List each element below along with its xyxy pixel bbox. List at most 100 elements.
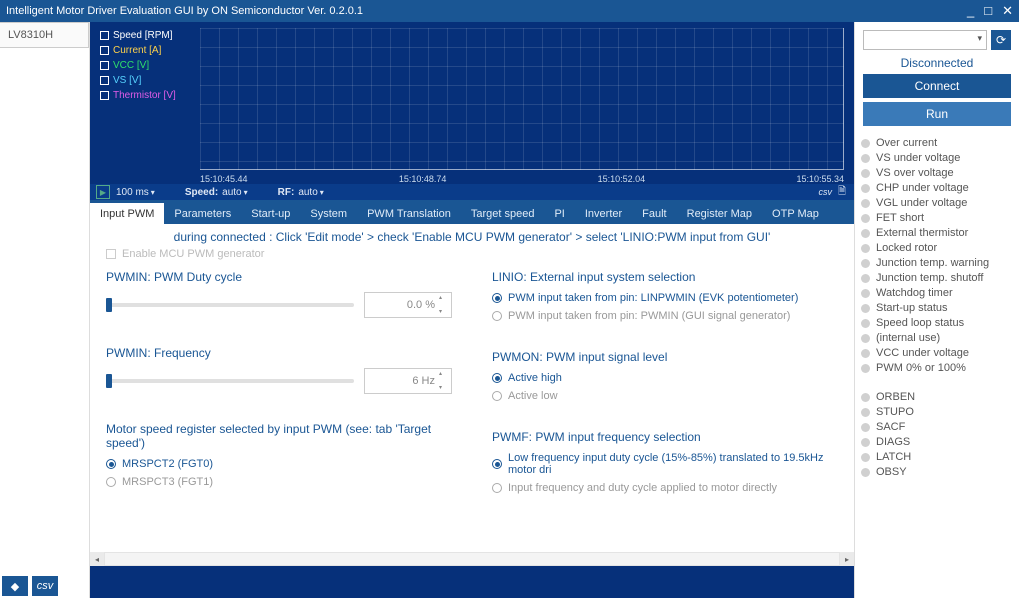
- run-button[interactable]: Run: [863, 102, 1011, 126]
- connect-button[interactable]: Connect: [863, 74, 1011, 98]
- status-dot-icon: [861, 438, 870, 447]
- status-dot-icon: [861, 393, 870, 402]
- legend-checkbox-vs[interactable]: [100, 76, 109, 85]
- legend-checkbox-vcc[interactable]: [100, 61, 109, 70]
- tab-system[interactable]: System: [300, 203, 357, 224]
- status-item: SACF: [861, 420, 1013, 435]
- rf-dropdown[interactable]: auto: [298, 187, 323, 198]
- tab-input-pwm[interactable]: Input PWM: [90, 203, 164, 224]
- interval-dropdown[interactable]: 100 ms: [116, 187, 155, 198]
- status-label: STUPO: [876, 405, 914, 420]
- status-label: OBSY: [876, 465, 907, 480]
- status-item: FET short: [861, 211, 1013, 226]
- legend-checkbox-thermistor[interactable]: [100, 91, 109, 100]
- speed-label: Speed:: [185, 187, 218, 198]
- linio-opt1[interactable]: PWM input taken from pin: LINPWMIN (EVK …: [492, 292, 838, 304]
- flag-status-list: ORBENSTUPOSACFDIAGSLATCHOBSY: [861, 390, 1013, 480]
- x-tick: 15:10:45.44: [200, 174, 248, 184]
- device-tab-lv8310h[interactable]: LV8310H: [0, 22, 89, 48]
- linio-title: LINIO: External input system selection: [492, 270, 838, 284]
- status-label: Junction temp. shutoff: [876, 271, 983, 286]
- maximize-button[interactable]: □: [984, 3, 992, 19]
- play-button[interactable]: ▶: [96, 185, 110, 199]
- speed-dropdown[interactable]: auto: [222, 187, 247, 198]
- tab-start-up[interactable]: Start-up: [241, 203, 300, 224]
- pwmf-opt2[interactable]: Input frequency and duty cycle applied t…: [492, 482, 838, 494]
- status-dot-icon: [861, 468, 870, 477]
- spinner-icon[interactable]: ▴▾: [439, 371, 449, 391]
- csv-export-button[interactable]: csv: [818, 187, 832, 197]
- pwmon-opt1[interactable]: Active high: [492, 372, 838, 384]
- status-label: External thermistor: [876, 226, 968, 241]
- legend-checkbox-speed[interactable]: [100, 31, 109, 40]
- spinner-icon[interactable]: ▴▾: [439, 295, 449, 315]
- status-label: VCC under voltage: [876, 346, 969, 361]
- enable-mcu-pwm-label: Enable MCU PWM generator: [122, 248, 264, 260]
- status-label: Speed loop status: [876, 316, 964, 331]
- status-label: CHP under voltage: [876, 181, 969, 196]
- device-list: LV8310H: [0, 22, 90, 598]
- status-dot-icon: [861, 214, 870, 223]
- enable-mcu-pwm-checkbox[interactable]: [106, 249, 116, 259]
- port-combo[interactable]: [863, 30, 987, 50]
- status-dot-icon: [861, 169, 870, 178]
- legend-label-thermistor: Thermistor [V]: [113, 88, 176, 103]
- pwmin-freq-value[interactable]: 6 Hz ▴▾: [364, 368, 452, 394]
- pwmon-opt2[interactable]: Active low: [492, 390, 838, 402]
- tab-inverter[interactable]: Inverter: [575, 203, 632, 224]
- status-dot-icon: [861, 364, 870, 373]
- status-label: (internal use): [876, 331, 940, 346]
- status-dot-icon: [861, 139, 870, 148]
- status-dot-icon: [861, 229, 870, 238]
- tab-pwm-translation[interactable]: PWM Translation: [357, 203, 461, 224]
- status-label: Over current: [876, 136, 937, 151]
- motor-speed-opt2[interactable]: MRSPCT3 (FGT1): [106, 476, 452, 488]
- pwmf-opt1[interactable]: Low frequency input duty cycle (15%-85%)…: [492, 452, 838, 476]
- chart-save-icon[interactable]: 🗎: [838, 184, 846, 201]
- minimize-button[interactable]: _: [967, 3, 974, 19]
- motor-speed-opt1[interactable]: MRSPCT2 (FGT0): [106, 458, 452, 470]
- legend-label-vcc: VCC [V]: [113, 58, 149, 73]
- pwmin-duty-slider[interactable]: [106, 303, 354, 307]
- status-item: OBSY: [861, 465, 1013, 480]
- tab-fault[interactable]: Fault: [632, 203, 676, 224]
- status-dot-icon: [861, 408, 870, 417]
- close-button[interactable]: ✕: [1002, 3, 1013, 19]
- tab-pi[interactable]: PI: [544, 203, 574, 224]
- status-dot-icon: [861, 274, 870, 283]
- status-item: Over current: [861, 136, 1013, 151]
- tab-otp-map[interactable]: OTP Map: [762, 203, 829, 224]
- rf-label: RF:: [278, 187, 295, 198]
- pwmin-duty-value[interactable]: 0.0 % ▴▾: [364, 292, 452, 318]
- status-label: Watchdog timer: [876, 286, 953, 301]
- status-label: LATCH: [876, 450, 911, 465]
- status-label: Start-up status: [876, 301, 948, 316]
- x-tick: 15:10:48.74: [399, 174, 447, 184]
- tab-parameters[interactable]: Parameters: [164, 203, 241, 224]
- legend-label-current: Current [A]: [113, 43, 161, 58]
- status-label: PWM 0% or 100%: [876, 361, 966, 376]
- status-item: Locked rotor: [861, 241, 1013, 256]
- status-item: LATCH: [861, 450, 1013, 465]
- pwmin-duty-title: PWMIN: PWM Duty cycle: [106, 270, 452, 284]
- tab-register-map[interactable]: Register Map: [677, 203, 762, 224]
- tab-target-speed[interactable]: Target speed: [461, 203, 545, 224]
- pwmin-freq-slider[interactable]: [106, 379, 354, 383]
- chart-grid[interactable]: [200, 28, 844, 170]
- titlebar: Intelligent Motor Driver Evaluation GUI …: [0, 0, 1019, 22]
- scroll-left-arrow[interactable]: ◂: [90, 552, 104, 566]
- x-tick: 15:10:52.04: [598, 174, 646, 184]
- status-label: VGL under voltage: [876, 196, 967, 211]
- legend-checkbox-current[interactable]: [100, 46, 109, 55]
- csv-button[interactable]: csv: [32, 576, 58, 596]
- chart-area: Speed [RPM] Current [A] VCC [V] VS [V] T…: [90, 22, 854, 200]
- linio-opt2[interactable]: PWM input taken from pin: PWMIN (GUI sig…: [492, 310, 838, 322]
- status-dot-icon: [861, 304, 870, 313]
- status-item: Speed loop status: [861, 316, 1013, 331]
- refresh-button[interactable]: ⟳: [991, 30, 1011, 50]
- eraser-button[interactable]: ◆: [2, 576, 28, 596]
- scroll-right-arrow[interactable]: ▸: [840, 552, 854, 566]
- bottom-bar: [90, 566, 854, 598]
- chart-toolbar: ▶ 100 ms Speed: auto RF: auto csv 🗎: [90, 184, 854, 200]
- horizontal-scrollbar[interactable]: ◂ ▸: [90, 552, 854, 566]
